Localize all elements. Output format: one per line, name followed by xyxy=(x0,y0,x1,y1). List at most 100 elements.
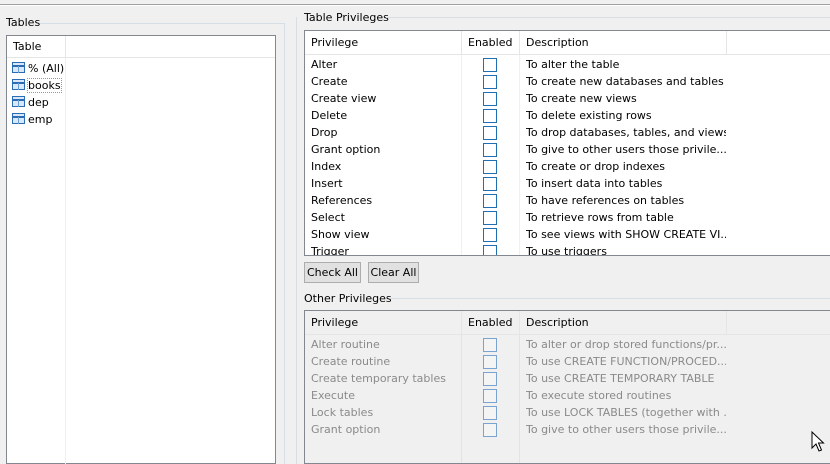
privilege-row[interactable]: Lock tables To use LOCK TABLES (together … xyxy=(305,404,830,421)
enabled-checkbox[interactable] xyxy=(483,423,497,437)
privilege-description: To create new databases and tables xyxy=(526,75,724,88)
enabled-checkbox[interactable] xyxy=(483,109,497,123)
other-privileges-title: Other Privileges xyxy=(304,292,392,305)
table-privileges-grid[interactable]: Privilege Enabled Description Alter To al… xyxy=(304,30,830,256)
privilege-row[interactable]: Insert To insert data into tables xyxy=(305,175,830,192)
other-privileges-group-line xyxy=(390,298,830,299)
table-icon xyxy=(12,96,25,107)
privilege-description: To alter the table xyxy=(526,58,620,71)
column-separator xyxy=(65,58,66,464)
table-list-item[interactable]: books xyxy=(12,77,62,94)
privilege-row[interactable]: Create To create new databases and tables xyxy=(305,73,830,90)
privilege-name: Create view xyxy=(311,92,377,105)
privilege-name: Trigger xyxy=(311,245,349,256)
privilege-row[interactable]: Create routine To use CREATE FUNCTION/PRO… xyxy=(305,353,830,370)
privilege-name: Execute xyxy=(311,389,355,402)
privilege-description: To use LOCK TABLES (together with ... xyxy=(526,406,726,419)
privilege-row[interactable]: References To have references on tables xyxy=(305,192,830,209)
privilege-name: Alter xyxy=(311,58,338,71)
table-icon xyxy=(12,79,25,90)
table-list-item[interactable]: dep xyxy=(12,94,49,111)
check-all-button[interactable]: Check All xyxy=(304,262,361,283)
privilege-row[interactable]: Trigger To use triggers xyxy=(305,243,830,256)
top-divider-highlight xyxy=(0,5,830,6)
privilege-column-header[interactable]: Privilege xyxy=(311,311,358,335)
privilege-row[interactable]: Create view To create new views xyxy=(305,90,830,107)
table-item-label: books xyxy=(27,78,62,93)
privilege-row[interactable]: Delete To delete existing rows xyxy=(305,107,830,124)
enabled-checkbox[interactable] xyxy=(483,160,497,174)
privilege-description: To drop databases, tables, and views xyxy=(526,126,726,139)
table-column-header[interactable]: Table xyxy=(7,36,65,58)
enabled-checkbox[interactable] xyxy=(483,211,497,225)
privilege-column-header[interactable]: Privilege xyxy=(311,31,358,55)
privilege-name: Drop xyxy=(311,126,338,139)
privilege-row[interactable]: Index To create or drop indexes xyxy=(305,158,830,175)
header-separator xyxy=(726,311,727,335)
privilege-description: To delete existing rows xyxy=(526,109,652,122)
enabled-checkbox[interactable] xyxy=(483,75,497,89)
enabled-checkbox[interactable] xyxy=(483,58,497,72)
mouse-cursor-icon xyxy=(811,431,825,452)
privilege-description: To execute stored routines xyxy=(526,389,672,402)
description-column-header[interactable]: Description xyxy=(526,311,589,335)
enabled-checkbox[interactable] xyxy=(483,355,497,369)
other-privileges-grid[interactable]: Privilege Enabled Description Alter rout… xyxy=(304,310,830,464)
privilege-name: Create temporary tables xyxy=(311,372,446,385)
privilege-name: Lock tables xyxy=(311,406,374,419)
privilege-description: To use CREATE FUNCTION/PROCED... xyxy=(526,355,726,368)
enabled-column-header[interactable]: Enabled xyxy=(468,31,512,55)
table-list-item[interactable]: % (All) xyxy=(12,60,64,77)
privilege-name: Create routine xyxy=(311,355,391,368)
privilege-description: To alter or drop stored functions/pr... xyxy=(526,338,726,351)
tables-group-line xyxy=(40,23,284,24)
table-item-label: emp xyxy=(28,113,53,126)
enabled-checkbox[interactable] xyxy=(483,245,497,255)
enabled-checkbox[interactable] xyxy=(483,389,497,403)
privilege-name: Grant option xyxy=(311,143,381,156)
header-separator xyxy=(519,31,520,55)
table-list-item[interactable]: emp xyxy=(12,111,52,128)
privilege-description: To insert data into tables xyxy=(526,177,663,190)
enabled-checkbox[interactable] xyxy=(483,92,497,106)
table-privileges-grid-header: Privilege Enabled Description xyxy=(305,31,830,55)
privilege-row[interactable]: Grant option To give to other users those… xyxy=(305,421,830,438)
enabled-checkbox[interactable] xyxy=(483,228,497,242)
table-item-label: % (All) xyxy=(28,62,65,75)
privilege-row[interactable]: Drop To drop databases, tables, and views xyxy=(305,124,830,141)
tables-group-title: Tables xyxy=(6,16,41,29)
privilege-row[interactable]: Create temporary tables To use CREATE TEM… xyxy=(305,370,830,387)
privilege-description: To give to other users those privile... xyxy=(526,143,726,156)
privilege-description: To use triggers xyxy=(526,245,607,256)
privilege-description: To give to other users those privile... xyxy=(526,423,726,436)
enabled-checkbox[interactable] xyxy=(483,194,497,208)
privilege-description: To retrieve rows from table xyxy=(526,211,674,224)
privilege-row[interactable]: Alter To alter the table xyxy=(305,56,830,73)
table-icon xyxy=(12,113,25,124)
privilege-name: Select xyxy=(311,211,345,224)
privilege-row[interactable]: Alter routine To alter or drop stored fun… xyxy=(305,336,830,353)
clear-all-button[interactable]: Clear All xyxy=(368,262,419,283)
description-column-header[interactable]: Description xyxy=(526,31,589,55)
enabled-checkbox[interactable] xyxy=(483,372,497,386)
privilege-description: To see views with SHOW CREATE VI... xyxy=(526,228,726,241)
enabled-checkbox[interactable] xyxy=(483,126,497,140)
header-separator xyxy=(519,311,520,335)
right-groups-left-edge xyxy=(296,17,297,464)
enabled-checkbox[interactable] xyxy=(483,177,497,191)
enabled-checkbox[interactable] xyxy=(483,143,497,157)
tables-list-header: Table xyxy=(7,36,275,58)
privilege-name: Index xyxy=(311,160,342,173)
privilege-row[interactable]: Show view To see views with SHOW CREATE V… xyxy=(305,226,830,243)
privilege-name: Delete xyxy=(311,109,348,122)
enabled-checkbox[interactable] xyxy=(483,406,497,420)
privilege-row[interactable]: Select To retrieve rows from table xyxy=(305,209,830,226)
header-separator xyxy=(461,311,462,335)
header-separator xyxy=(65,36,66,58)
tables-list[interactable]: Table % (All) books dep emp xyxy=(6,35,276,464)
enabled-checkbox[interactable] xyxy=(483,338,497,352)
privilege-name: References xyxy=(311,194,373,207)
enabled-column-header[interactable]: Enabled xyxy=(468,311,512,335)
privilege-row[interactable]: Execute To execute stored routines xyxy=(305,387,830,404)
privilege-row[interactable]: Grant option To give to other users those… xyxy=(305,141,830,158)
